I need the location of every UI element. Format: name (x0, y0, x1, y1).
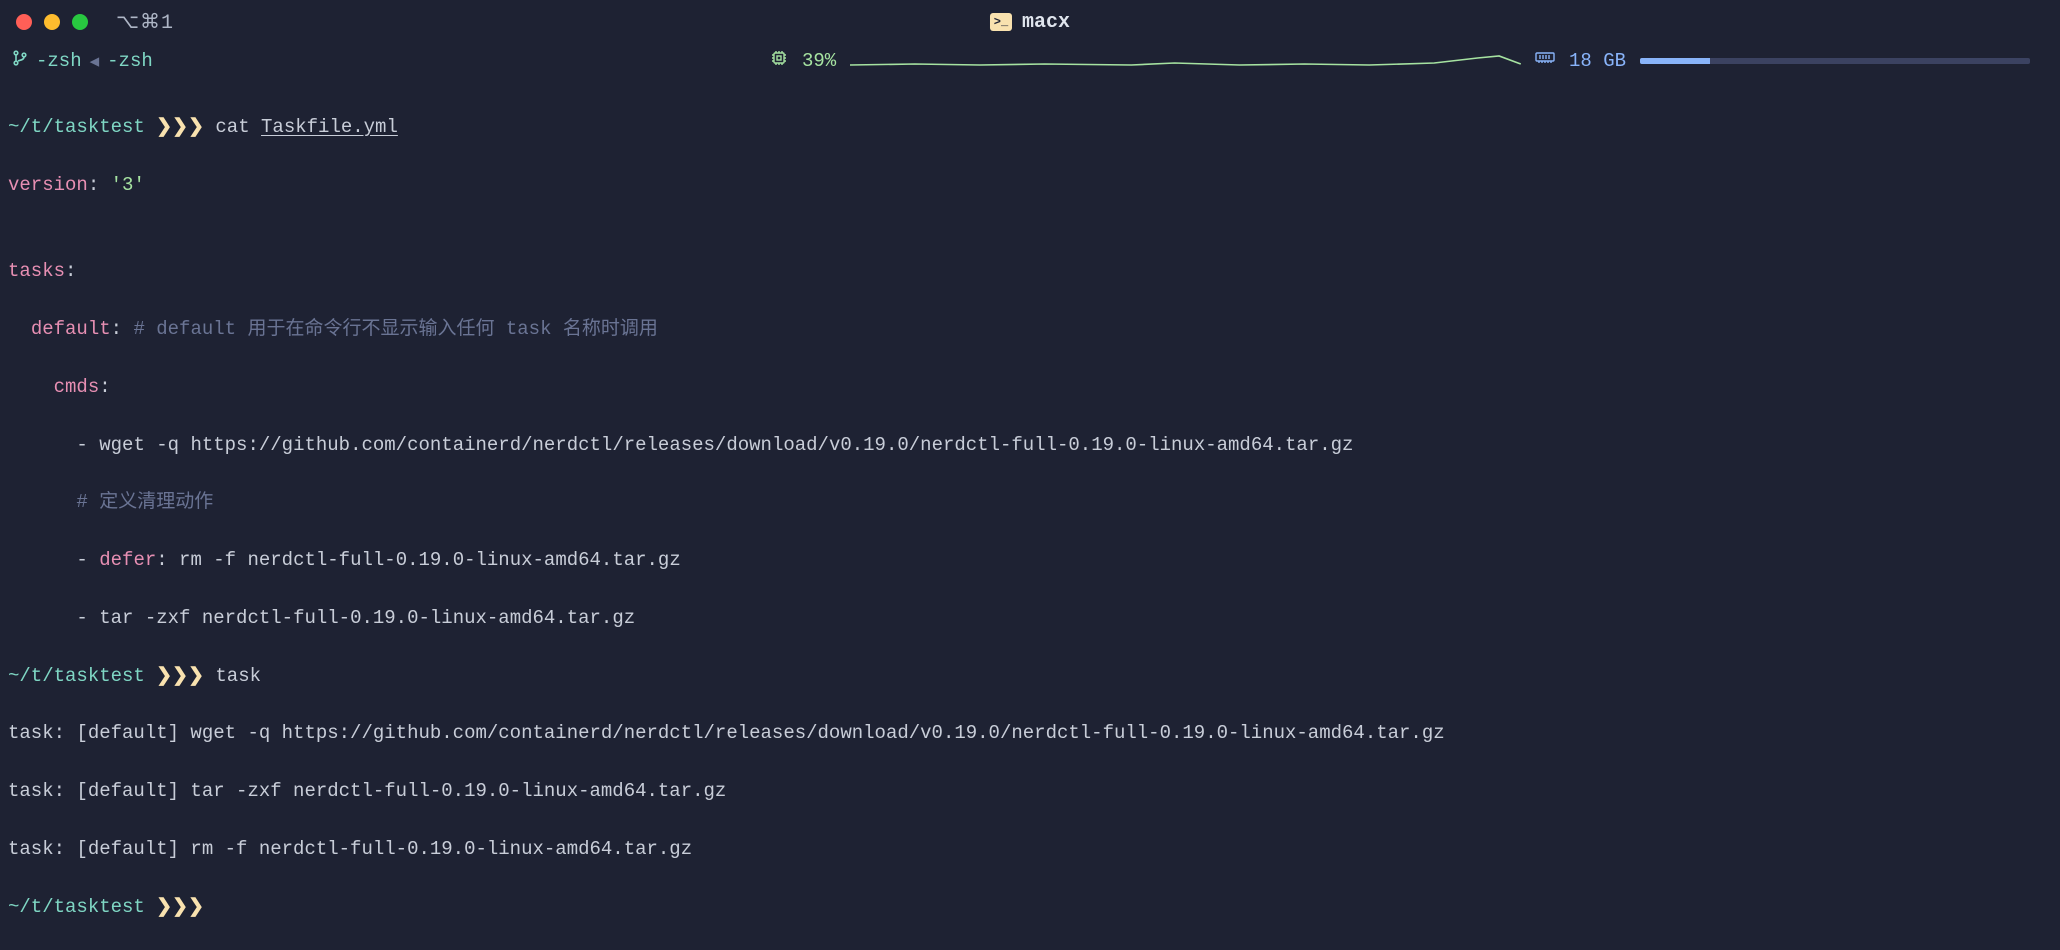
cpu-icon (770, 49, 788, 73)
minimize-button[interactable] (44, 14, 60, 30)
close-button[interactable] (16, 14, 32, 30)
prompt-chevrons: ❯❯❯ (156, 116, 204, 138)
yaml-line: # 定义清理动作 (8, 488, 2052, 517)
yaml-line: version: '3' (8, 171, 2052, 200)
cpu-percent: 39% (802, 50, 836, 72)
command-arg: Taskfile.yml (261, 116, 398, 138)
yaml-line: - defer: rm -f nerdctl-full-0.19.0-linux… (8, 546, 2052, 575)
memory-bar (1640, 58, 2030, 64)
traffic-lights (16, 14, 88, 30)
memory-icon (1535, 50, 1555, 72)
terminal[interactable]: ~/t/tasktest ❯❯❯ cat Taskfile.yml versio… (0, 78, 2060, 950)
prompt-line-1: ~/t/tasktest ❯❯❯ cat Taskfile.yml (8, 113, 2052, 142)
status-bar: -zsh ◂ -zsh 39% 18 GB (0, 44, 2060, 78)
window-title: >_ macx (990, 11, 1070, 34)
yaml-line: tasks: (8, 257, 2052, 286)
task-output: task: [default] tar -zxf nerdctl-full-0.… (8, 777, 2052, 806)
yaml-line: - wget -q https://github.com/containerd/… (8, 431, 2052, 460)
cpu-sparkline (850, 52, 1521, 70)
system-stats: 39% 18 GB (770, 49, 2030, 73)
tab-right[interactable]: -zsh (107, 50, 153, 72)
prompt-line-3: ~/t/tasktest ❯❯❯ (8, 893, 2052, 922)
maximize-button[interactable] (72, 14, 88, 30)
memory-value: 18 GB (1569, 50, 1626, 72)
window-shortcut: ⌥⌘1 (116, 9, 174, 35)
titlebar: ⌥⌘1 >_ macx (0, 0, 2060, 44)
command: task (215, 665, 261, 687)
terminal-icon: >_ (990, 13, 1012, 31)
command: cat (215, 116, 249, 138)
task-output: task: [default] rm -f nerdctl-full-0.19.… (8, 835, 2052, 864)
prompt-path: ~/t/tasktest (8, 116, 145, 138)
memory-bar-fill (1640, 58, 1710, 64)
yaml-line: cmds: (8, 373, 2052, 402)
branch-icon (12, 50, 28, 72)
tab-left[interactable]: -zsh (36, 50, 82, 72)
tab-list: -zsh ◂ -zsh (12, 50, 153, 73)
prompt-line-2: ~/t/tasktest ❯❯❯ task (8, 662, 2052, 691)
tab-separator: ◂ (90, 50, 100, 73)
task-output: task: [default] wget -q https://github.c… (8, 719, 2052, 748)
yaml-line: - tar -zxf nerdctl-full-0.19.0-linux-amd… (8, 604, 2052, 633)
yaml-line: default: # default 用于在命令行不显示输入任何 task 名称… (8, 315, 2052, 344)
window-title-text: macx (1022, 11, 1070, 34)
